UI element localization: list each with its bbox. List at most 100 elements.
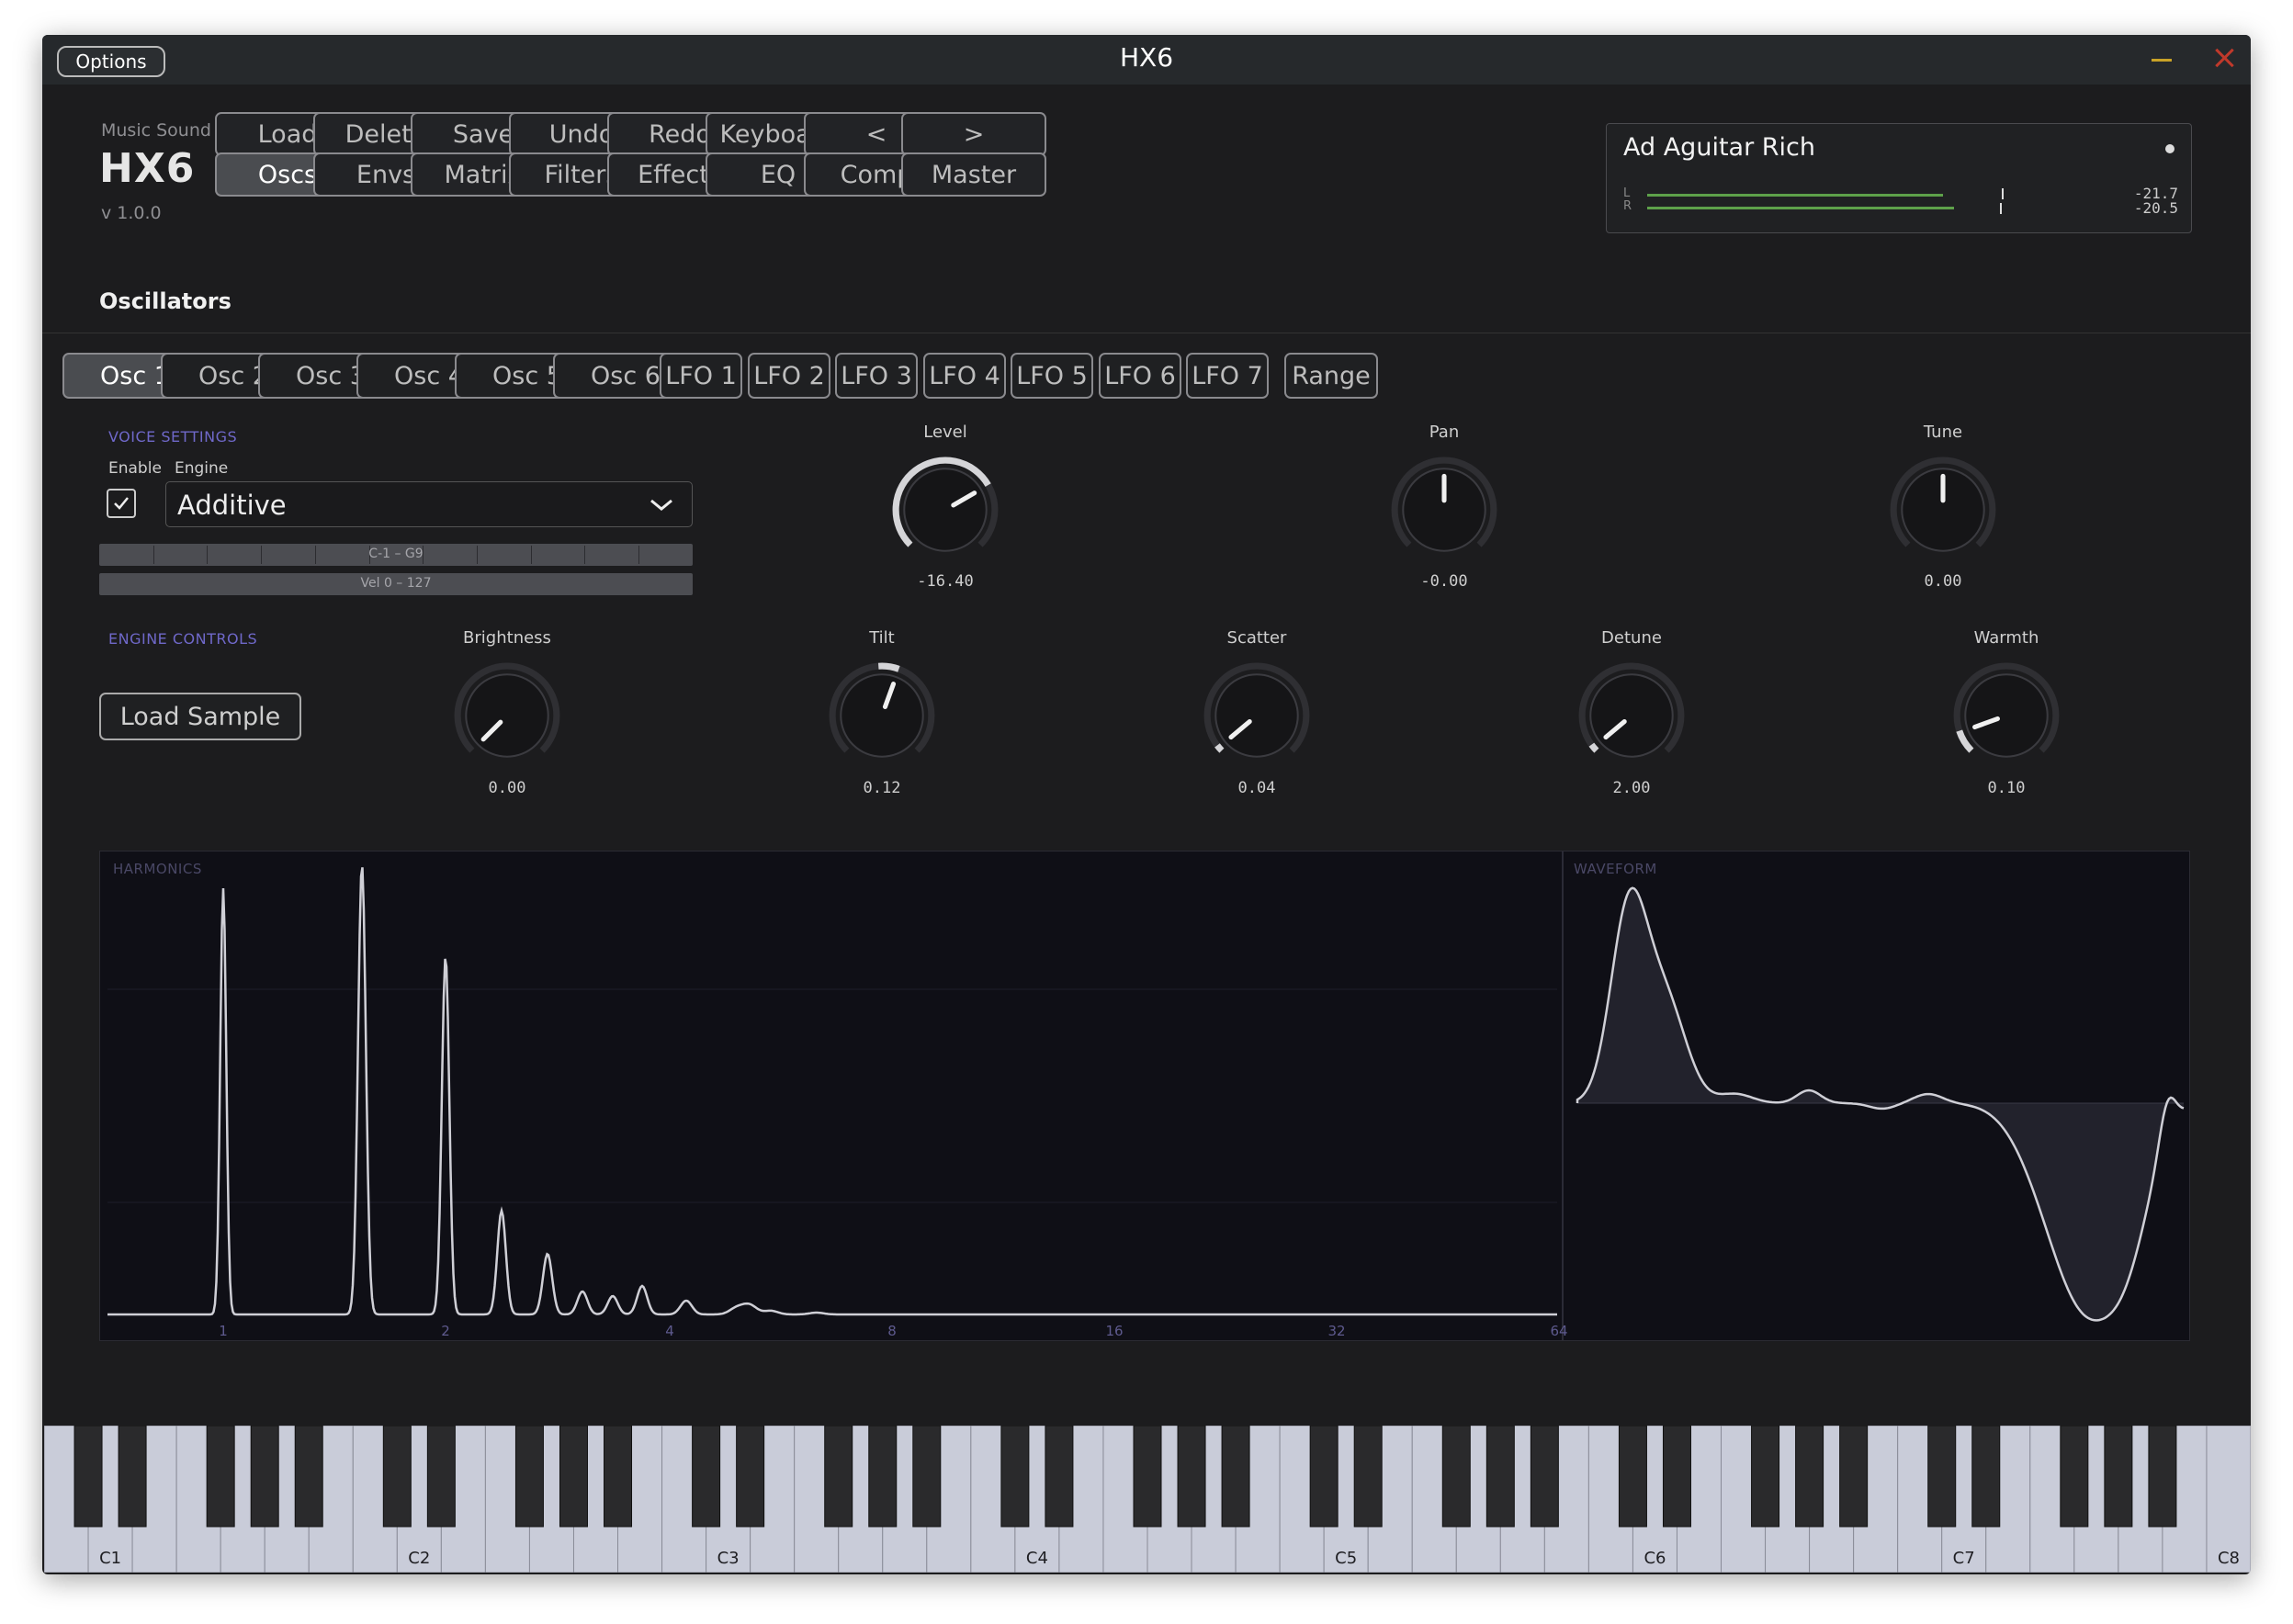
preset-name: Ad Aguitar Rich [1623, 133, 1815, 162]
black-key[interactable] [1927, 1426, 1957, 1528]
tab-lfo-5[interactable]: LFO 5 [1011, 353, 1093, 399]
meter-right-value: -20.5 [2133, 199, 2178, 217]
octave-label: C6 [1644, 1549, 1666, 1568]
product-logo: HX6 [99, 145, 196, 192]
scatter-knob[interactable] [1201, 660, 1313, 775]
warmth-knob[interactable] [1950, 660, 2062, 775]
pan-label: Pan [1429, 423, 1460, 442]
meter-left-peak [2002, 188, 2004, 199]
tab-lfo-2[interactable]: LFO 2 [748, 353, 830, 399]
level-value: -16.40 [917, 572, 974, 591]
black-key[interactable] [1618, 1426, 1647, 1528]
black-key[interactable] [1839, 1426, 1869, 1528]
scatter-value: 0.04 [1237, 779, 1276, 797]
tune-label: Tune [1923, 423, 1963, 442]
meter-left-label: L [1623, 186, 1631, 200]
piano-keyboard[interactable]: C1 C2 C3 C4 C5 C6 C7 C8 [44, 1426, 2251, 1573]
black-key[interactable] [2104, 1426, 2133, 1528]
black-key[interactable] [1177, 1426, 1206, 1528]
options-button[interactable]: Options [57, 46, 165, 77]
black-key[interactable] [1045, 1426, 1074, 1528]
detune-label: Detune [1601, 628, 1662, 648]
engine-label: Engine [175, 459, 229, 478]
warmth-value: 0.10 [1987, 779, 2026, 797]
velocity-range-bar[interactable]: Vel 0 – 127 [99, 573, 693, 595]
key-range-label: C-1 – G9 [368, 547, 424, 561]
engine-controls-heading: ENGINE CONTROLS [108, 630, 258, 648]
enable-checkbox[interactable] [107, 489, 136, 518]
tab-range[interactable]: Range [1284, 353, 1378, 399]
black-key[interactable] [1221, 1426, 1250, 1528]
preset-display[interactable]: Ad Aguitar Rich L R -21.7 -20.5 [1606, 123, 2192, 233]
octave-label: C3 [717, 1549, 740, 1568]
octave-label: C2 [408, 1549, 430, 1568]
section-title: Oscillators [99, 288, 232, 314]
pan-knob[interactable] [1388, 454, 1500, 570]
octave-label: C1 [99, 1549, 121, 1568]
key-range-bar[interactable]: C-1 – G9 [99, 544, 693, 566]
black-key[interactable] [118, 1426, 147, 1528]
black-key[interactable] [514, 1426, 544, 1528]
meter-right-peak [2000, 203, 2002, 214]
harmonics-waveform-display: HARMONICS WAVEFORM 1 2 4 8 16 32 64 [99, 851, 2190, 1341]
black-key[interactable] [382, 1426, 412, 1528]
close-icon[interactable] [2210, 44, 2238, 72]
detune-knob[interactable] [1576, 660, 1688, 775]
black-key[interactable] [1795, 1426, 1824, 1528]
black-key[interactable] [426, 1426, 456, 1528]
black-key[interactable] [604, 1426, 633, 1528]
octave-label: C4 [1026, 1549, 1048, 1568]
warmth-label: Warmth [1973, 628, 2039, 648]
next-preset-button[interactable]: > [901, 112, 1046, 156]
black-key[interactable] [2060, 1426, 2089, 1528]
black-key[interactable] [73, 1426, 103, 1528]
harmonics-curve [107, 867, 1557, 1316]
tab-lfo-3[interactable]: LFO 3 [835, 353, 918, 399]
brightness-knob[interactable] [451, 660, 563, 775]
black-key[interactable] [2148, 1426, 2177, 1528]
octave-label: C7 [1953, 1549, 1975, 1568]
brightness-value: 0.00 [488, 779, 526, 797]
black-key[interactable] [1441, 1426, 1471, 1528]
meter-right-label: R [1623, 199, 1632, 213]
black-key[interactable] [250, 1426, 279, 1528]
level-knob[interactable] [889, 454, 1001, 570]
harmonics-axis-tick: 64 [1550, 1323, 1567, 1339]
velocity-range-label: Vel 0 – 127 [360, 576, 432, 591]
load-sample-button[interactable]: Load Sample [99, 693, 301, 740]
tilt-knob[interactable] [826, 660, 938, 775]
tab-lfo-6[interactable]: LFO 6 [1099, 353, 1181, 399]
harmonics-axis-tick: 1 [219, 1323, 228, 1339]
black-key[interactable] [1662, 1426, 1691, 1528]
black-key[interactable] [559, 1426, 588, 1528]
black-key[interactable] [1353, 1426, 1383, 1528]
tab-lfo-7[interactable]: LFO 7 [1186, 353, 1269, 399]
minimize-icon[interactable] [2152, 59, 2172, 62]
tab-lfo-4[interactable]: LFO 4 [923, 353, 1006, 399]
black-key[interactable] [1133, 1426, 1162, 1528]
black-key[interactable] [1485, 1426, 1515, 1528]
black-key[interactable] [736, 1426, 765, 1528]
harmonics-axis-tick: 16 [1105, 1323, 1123, 1339]
octave-label: C8 [2218, 1549, 2240, 1568]
window-title: HX6 [1119, 42, 1174, 73]
harmonics-axis-tick: 4 [665, 1323, 674, 1339]
black-key[interactable] [1530, 1426, 1559, 1528]
black-key[interactable] [824, 1426, 853, 1528]
harmonics-axis-tick: 8 [887, 1323, 897, 1339]
black-key[interactable] [206, 1426, 235, 1528]
nav-master-button[interactable]: Master [901, 152, 1046, 197]
black-key[interactable] [692, 1426, 721, 1528]
harmonics-plot[interactable] [107, 867, 1557, 1316]
detune-value: 2.00 [1612, 779, 1651, 797]
tab-lfo-1[interactable]: LFO 1 [660, 353, 742, 399]
black-key[interactable] [1971, 1426, 2001, 1528]
black-key[interactable] [868, 1426, 898, 1528]
black-key[interactable] [294, 1426, 323, 1528]
black-key[interactable] [1751, 1426, 1780, 1528]
engine-select[interactable]: Additive [165, 481, 693, 527]
tune-knob[interactable] [1887, 454, 1999, 570]
black-key[interactable] [1309, 1426, 1339, 1528]
black-key[interactable] [1000, 1426, 1030, 1528]
black-key[interactable] [912, 1426, 942, 1528]
